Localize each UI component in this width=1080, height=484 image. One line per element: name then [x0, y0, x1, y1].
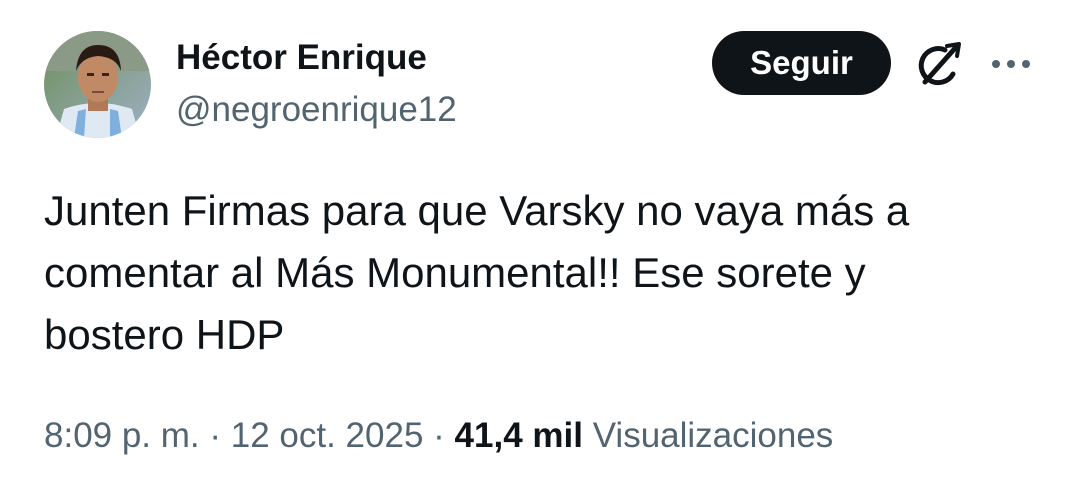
meta-separator: · — [433, 416, 445, 455]
tweet-meta: 8:09 p. m. · 12 oct. 2025 · 41,4 mil Vis… — [44, 412, 833, 460]
more-icon[interactable] — [988, 47, 1034, 81]
views-label: Visualizaciones — [592, 416, 834, 455]
display-name[interactable]: Héctor Enrique — [176, 37, 427, 79]
user-handle[interactable]: @negroenrique12 — [176, 88, 457, 132]
follow-button[interactable]: Seguir — [712, 31, 891, 95]
grok-icon[interactable] — [911, 38, 965, 92]
grok-icon-graphic — [918, 42, 961, 86]
avatar-image — [44, 31, 151, 138]
more-dots — [992, 60, 1030, 68]
views-count: 41,4 mil — [454, 416, 583, 455]
avatar[interactable] — [44, 31, 151, 138]
tweet-time[interactable]: 8:09 p. m. — [44, 416, 200, 455]
tweet-text: Junten Firmas para que Varsky no vaya má… — [44, 187, 910, 358]
meta-separator: · — [209, 416, 222, 455]
tweet-date[interactable]: 12 oct. 2025 — [231, 416, 424, 455]
